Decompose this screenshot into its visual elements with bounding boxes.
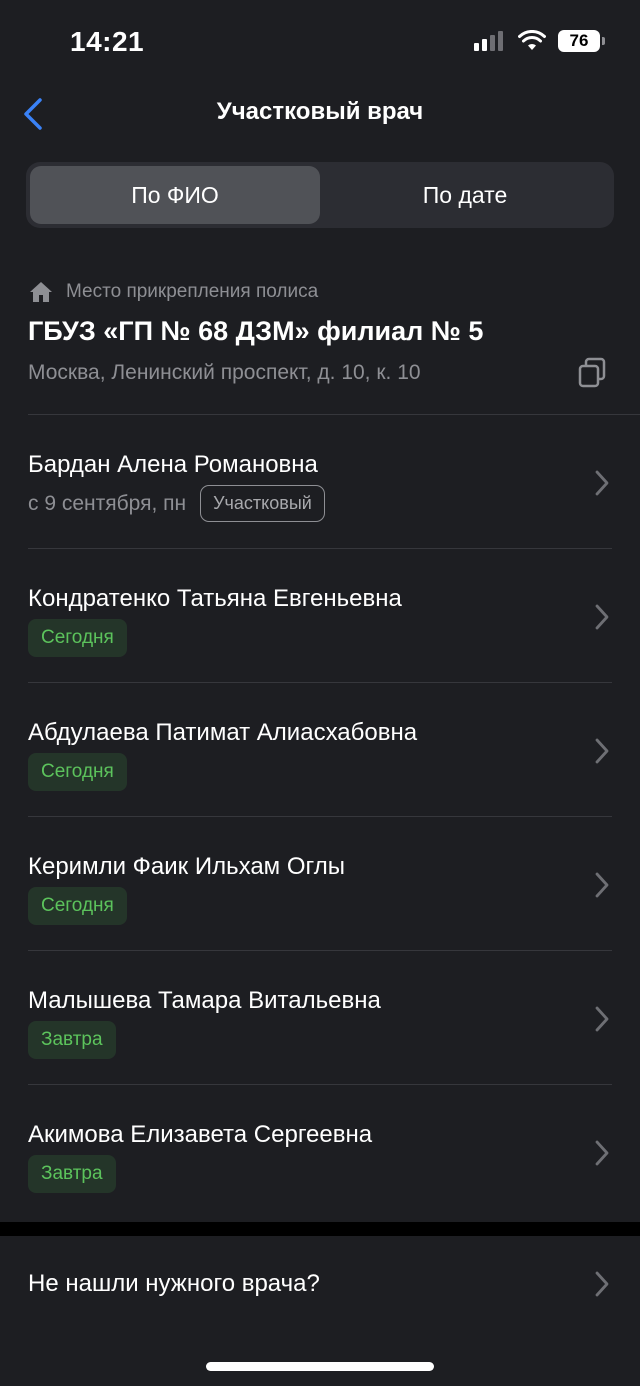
doctor-availability: Завтра: [28, 1155, 116, 1193]
copy-icon: [578, 357, 606, 388]
tab-by-date[interactable]: По дате: [320, 166, 610, 224]
status-bar: 14:21 76: [0, 0, 640, 86]
doctor-row[interactable]: Акимова Елизавета Сергеевна Завтра: [0, 1085, 640, 1219]
policy-label-row: Место прикрепления полиса: [28, 276, 618, 308]
chevron-right-icon: [595, 604, 609, 630]
section-gap: [0, 1222, 640, 1236]
doctor-row[interactable]: Малышева Тамара Витальевна Завтра: [0, 951, 640, 1085]
search-mode-segmented-control: По ФИО По дате: [26, 162, 614, 228]
doctor-name: Бардан Алена Романовна: [28, 451, 318, 478]
cellular-signal-icon: [474, 31, 503, 51]
doctor-name: Керимли Фаик Ильхам Оглы: [28, 853, 345, 880]
copy-address-button[interactable]: [576, 356, 608, 390]
availability-badge: Сегодня: [28, 619, 127, 657]
doctor-availability: с 9 сентября, пн Участковый: [28, 485, 325, 522]
doctor-not-found-label: Не нашли нужного врача?: [28, 1270, 320, 1297]
availability-badge: Завтра: [28, 1021, 116, 1059]
chevron-right-icon: [595, 872, 609, 898]
doctor-availability: Сегодня: [28, 753, 127, 791]
doctor-not-found-row[interactable]: Не нашли нужного врача?: [0, 1236, 640, 1332]
status-icons: 76: [474, 30, 605, 52]
clinic-name: ГБУЗ «ГП № 68 ДЗМ» филиал № 5: [28, 316, 484, 346]
page-title: Участковый врач: [216, 98, 424, 125]
status-time: 14:21: [70, 26, 145, 57]
doctor-date: с 9 сентября, пн: [28, 491, 187, 515]
doctor-name: Абдулаева Патимат Алиасхабовна: [28, 719, 418, 746]
chevron-right-icon: [595, 1006, 609, 1032]
doctor-availability: Завтра: [28, 1021, 116, 1059]
availability-badge: Сегодня: [28, 887, 127, 925]
chevron-right-icon: [595, 1140, 609, 1166]
doctor-role-badge: Участковый: [200, 485, 325, 522]
doctor-row[interactable]: Бардан Алена Романовна с 9 сентября, пн …: [0, 415, 640, 549]
doctor-list: Бардан Алена Романовна с 9 сентября, пн …: [0, 415, 640, 1219]
battery-level: 76: [569, 31, 589, 50]
tab-by-name[interactable]: По ФИО: [30, 166, 320, 224]
policy-attachment-section: Место прикрепления полиса ГБУЗ «ГП № 68 …: [28, 276, 618, 385]
battery-icon: 76: [558, 30, 605, 52]
doctor-row[interactable]: Керимли Фаик Ильхам Оглы Сегодня: [0, 817, 640, 951]
doctor-row[interactable]: Кондратенко Татьяна Евгеньевна Сегодня: [0, 549, 640, 683]
doctor-availability: Сегодня: [28, 619, 127, 657]
doctor-row[interactable]: Абдулаева Патимат Алиасхабовна Сегодня: [0, 683, 640, 817]
doctor-name: Акимова Елизавета Сергеевна: [28, 1121, 373, 1148]
chevron-right-icon: [595, 738, 609, 764]
clinic-address: Москва, Ленинский проспект, д. 10, к. 10: [28, 361, 421, 384]
home-indicator[interactable]: [206, 1362, 434, 1371]
doctor-name: Кондратенко Татьяна Евгеньевна: [28, 585, 402, 612]
chevron-right-icon: [595, 470, 609, 496]
availability-badge: Завтра: [28, 1155, 116, 1193]
policy-label: Место прикрепления полиса: [66, 281, 319, 302]
home-icon: [30, 282, 52, 302]
doctor-availability: Сегодня: [28, 887, 127, 925]
availability-badge: Сегодня: [28, 753, 127, 791]
navigation-bar: Участковый врач: [0, 86, 640, 142]
doctor-name: Малышева Тамара Витальевна: [28, 987, 381, 1014]
chevron-right-icon: [595, 1271, 609, 1297]
wifi-icon: [518, 30, 546, 50]
